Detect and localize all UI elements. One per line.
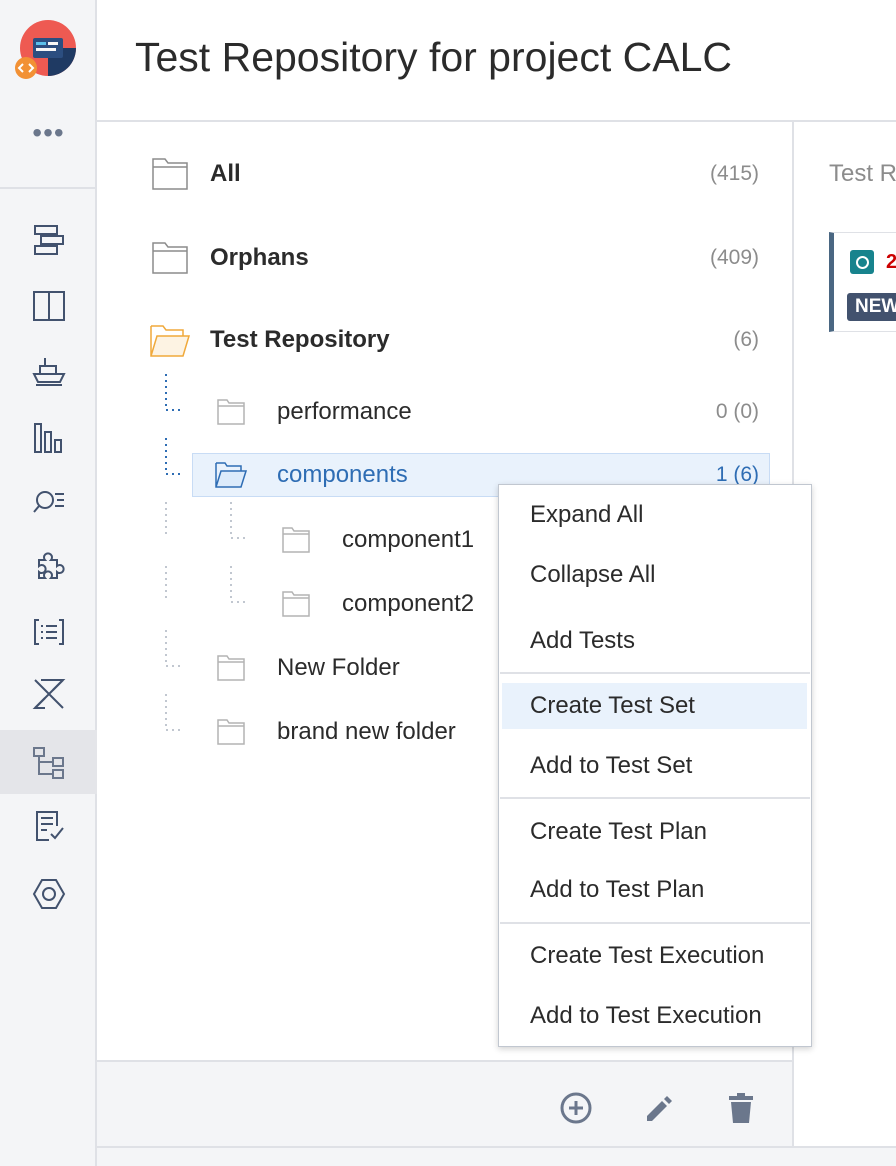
tree-item-all[interactable]: All (415) [97,154,794,194]
menu-separator [500,672,810,674]
menu-item-create-test-set[interactable]: Create Test Set [502,683,807,729]
tree-toolbar [97,1060,794,1148]
test-plan-board-icon [35,811,64,841]
rail-item-backlog[interactable] [0,208,97,272]
tree-item-count: (409) [709,246,759,269]
rail-item-test-repository[interactable] [0,730,97,794]
add-folder-button[interactable] [558,1090,594,1126]
menu-item-add-to-test-execution[interactable]: Add to Test Execution [502,993,807,1039]
tree-item-label: New Folder [277,654,400,681]
tree-item-orphans[interactable]: Orphans (409) [97,238,794,278]
test-card[interactable]: 2 NEW [829,232,896,332]
rail-item-reports[interactable] [0,406,97,470]
rail-item-add-ons[interactable] [0,536,97,600]
tree-item-label: Orphans [210,244,309,271]
folder-icon [152,242,188,274]
backlog-icon [33,225,64,255]
page-header: Test Repository for project CALC [97,0,896,122]
tree-item-label: components [277,461,408,488]
menu-item-create-test-plan[interactable]: Create Test Plan [502,809,807,855]
bottom-strip [97,1146,896,1166]
rail-item-releases[interactable] [0,338,97,402]
delete-folder-button[interactable] [723,1090,759,1126]
rail-item-settings[interactable] [0,862,97,926]
rail-item-components[interactable] [0,600,97,664]
test-type-icon [850,250,874,274]
settings-icon [32,879,65,909]
tree-item-count: (415) [709,162,759,185]
menu-item-expand-all[interactable]: Expand All [502,492,807,538]
tree-item-label: All [210,160,241,187]
tree-item-count: (6) [733,328,759,351]
board-icon [32,291,65,321]
tree-item-count: 0 (0) [715,400,759,423]
left-icon-rail: ••• [0,0,97,1166]
folder-open-icon [150,325,190,357]
folder-open-icon [215,462,247,488]
tree-item-label: component1 [342,526,475,553]
issues-search-icon [32,491,64,513]
tree-item-label: performance [277,398,412,425]
menu-item-create-test-execution[interactable]: Create Test Execution [502,933,807,979]
folder-icon [217,719,245,745]
tree-item-label: Test Repository [210,326,390,353]
tree-item-test-repository[interactable]: Test Repository (6) [97,320,794,360]
rail-item-board[interactable] [0,274,97,338]
menu-item-add-to-test-plan[interactable]: Add to Test Plan [502,867,807,913]
add-circle-icon [560,1092,592,1124]
menu-separator [500,922,810,924]
section-title: Test R [829,160,896,187]
trash-icon [729,1093,753,1123]
tree-item-label: component2 [342,590,475,617]
folder-icon [217,655,245,681]
menu-item-add-to-test-set[interactable]: Add to Test Set [502,743,807,789]
rail-divider [0,187,97,189]
tree-item-performance[interactable]: performance 0 (0) [97,392,794,432]
tree-item-label: brand new folder [277,718,456,745]
context-menu: Expand All Collapse All Add Tests Create… [498,484,812,1047]
add-ons-icon [37,552,65,579]
status-badge: NEW [847,293,896,321]
menu-separator [500,797,810,799]
folder-icon [152,158,188,190]
rail-item-test-plan-board[interactable] [0,794,97,858]
menu-item-collapse-all[interactable]: Collapse All [502,552,807,598]
releases-icon [31,358,66,386]
folder-icon [217,399,245,425]
components-icon [33,619,64,645]
app-logo[interactable] [13,18,79,84]
test-repository-icon [32,747,64,779]
rail-item-xray[interactable] [0,662,97,726]
more-icon[interactable]: ••• [0,118,97,158]
issue-key[interactable]: 2 [886,251,896,274]
folder-icon [282,591,310,617]
rail-item-search[interactable] [0,470,97,534]
menu-item-add-tests[interactable]: Add Tests [502,618,807,664]
pencil-icon [647,1096,672,1121]
edit-folder-button[interactable] [641,1090,677,1126]
page-title: Test Repository for project CALC [135,34,733,80]
xray-icon [32,679,65,709]
reports-icon [33,423,62,453]
folder-icon [282,527,310,553]
